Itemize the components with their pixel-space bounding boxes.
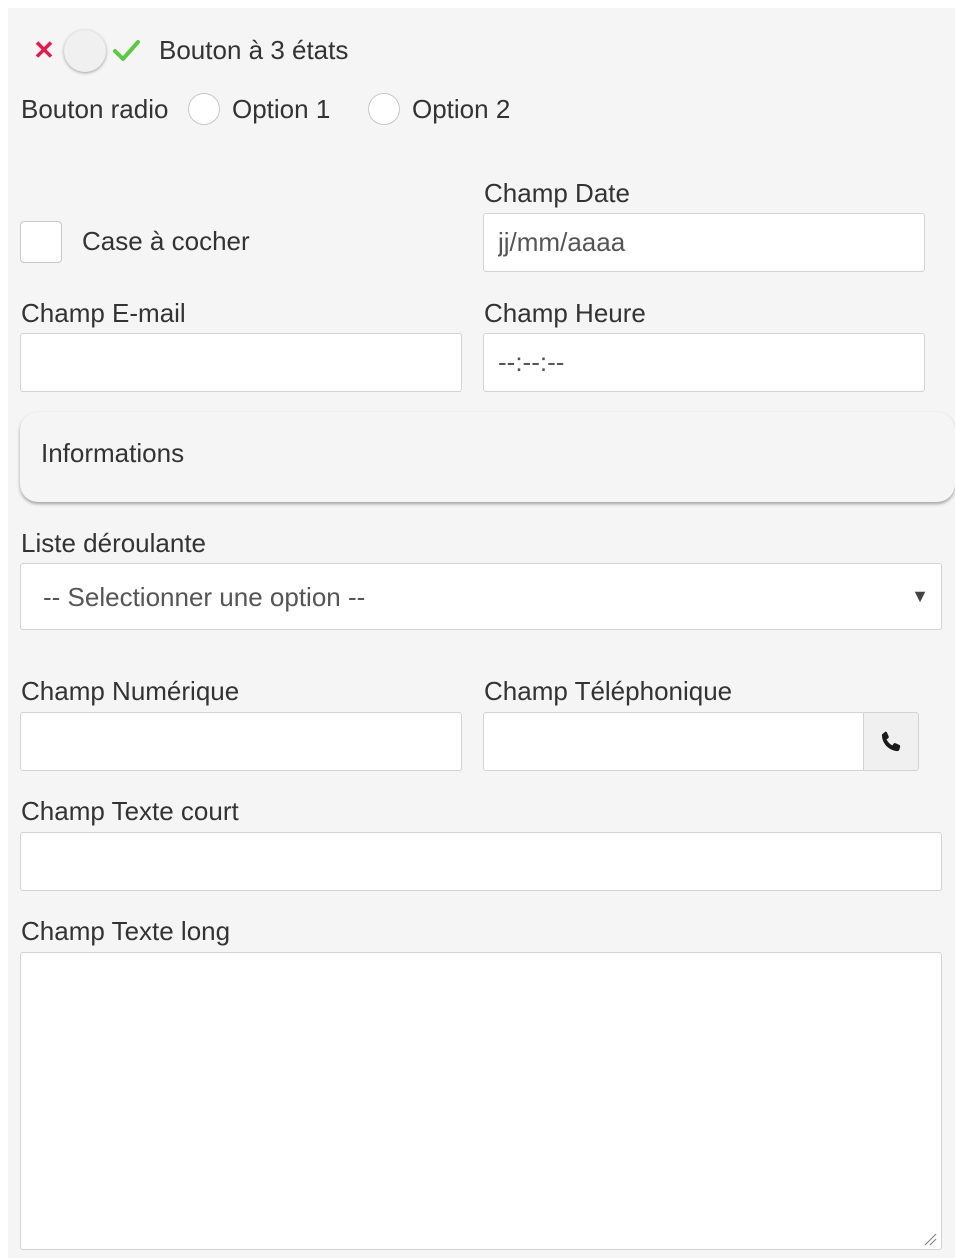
- time-input[interactable]: [483, 333, 925, 392]
- info-section-title: Informations: [41, 438, 185, 468]
- date-label: Champ Date: [484, 178, 630, 208]
- phone-input[interactable]: [483, 712, 864, 771]
- date-input[interactable]: [483, 213, 925, 272]
- checkbox-label[interactable]: Case à cocher: [82, 226, 250, 257]
- check-icon: [113, 40, 140, 61]
- number-label: Champ Numérique: [21, 676, 240, 706]
- long-text-label: Champ Texte long: [21, 916, 231, 946]
- checkbox[interactable]: [20, 221, 62, 263]
- resize-handle-icon[interactable]: [921, 1230, 937, 1246]
- email-input[interactable]: [20, 333, 462, 392]
- dropdown-label: Liste déroulante: [21, 528, 207, 558]
- long-text-textarea[interactable]: [20, 952, 942, 1250]
- cross-icon: ✕: [33, 35, 55, 65]
- radio-option-1[interactable]: [188, 93, 220, 125]
- info-section[interactable]: Informations: [20, 412, 955, 502]
- radio-option-1-label[interactable]: Option 1: [232, 94, 330, 125]
- radio-option-2[interactable]: [368, 93, 400, 125]
- phone-label: Champ Téléphonique: [484, 676, 733, 706]
- caret-down-icon: ▼: [911, 586, 929, 606]
- phone-button[interactable]: [863, 712, 919, 771]
- toggle-knob[interactable]: [64, 30, 106, 72]
- dropdown-selected-value: -- Selectionner une option --: [43, 582, 366, 612]
- short-text-label: Champ Texte court: [21, 796, 239, 826]
- email-label: Champ E-mail: [21, 298, 186, 328]
- radio-option-2-label[interactable]: Option 2: [412, 94, 510, 125]
- phone-icon: [881, 731, 901, 752]
- time-label: Champ Heure: [484, 298, 646, 328]
- short-text-input[interactable]: [20, 832, 942, 891]
- number-input[interactable]: [20, 712, 462, 771]
- dropdown-select[interactable]: -- Selectionner une option -- ▼: [20, 563, 942, 630]
- tristate-label: Bouton à 3 états: [159, 35, 349, 65]
- tristate-toggle[interactable]: ✕: [20, 28, 150, 74]
- radio-group-label: Bouton radio: [21, 94, 169, 124]
